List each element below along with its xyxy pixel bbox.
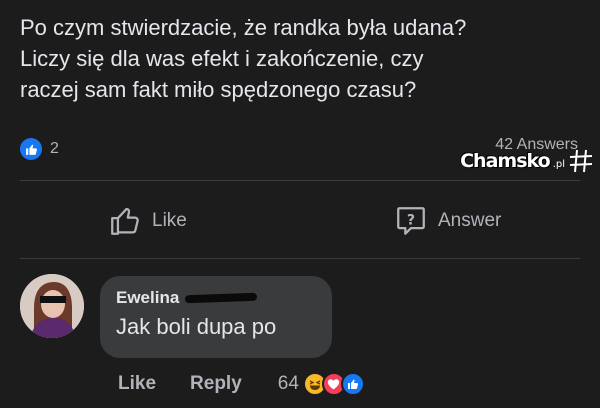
post-reaction-count: 2 [50,140,59,157]
comment-reply-button[interactable]: Reply [190,373,242,395]
divider [20,258,580,259]
comment-actions: Like Reply 64 [118,372,365,396]
redaction-mark [185,292,258,304]
question-bubble-icon: ? [397,207,425,235]
watermark-tld: .pl [552,158,565,170]
comment-reactions[interactable] [302,372,365,396]
svg-text:?: ? [407,213,415,229]
post-line-2: Liczy się dla was efekt i zakończenie, c… [20,46,424,71]
post-reactions[interactable]: 2 [20,138,59,160]
avatar-image [20,274,84,338]
comment-author[interactable]: Ewelina [116,288,316,308]
like-reaction-icon [340,372,365,396]
comment-reaction-count[interactable]: 64 [278,373,299,395]
post-line-3: raczej sam fakt miło spędzonego czasu? [20,77,417,102]
answer-label: Answer [438,210,502,231]
watermark-name: Chamsko [460,150,551,172]
thumbs-up-icon [111,207,139,235]
hash-logo-icon [569,149,593,173]
like-reaction-icon [20,138,42,160]
divider [20,180,580,181]
comment-bubble: Ewelina Jak boli dupa po [100,276,332,358]
like-label: Like [152,210,187,231]
like-button[interactable]: Like [108,204,187,238]
comment-text: Jak boli dupa po [116,314,277,339]
post-question: Po czym stwierdzacie, że randka była uda… [20,12,580,105]
comment-author-name: Ewelina [116,288,180,307]
chamsko-watermark: Chamsko .pl [460,148,594,174]
comment-like-button[interactable]: Like [118,373,156,395]
post-line-1: Po czym stwierdzacie, że randka była uda… [20,15,467,40]
commenter-avatar[interactable] [20,274,84,338]
answer-button[interactable]: ? Answer [394,204,501,238]
